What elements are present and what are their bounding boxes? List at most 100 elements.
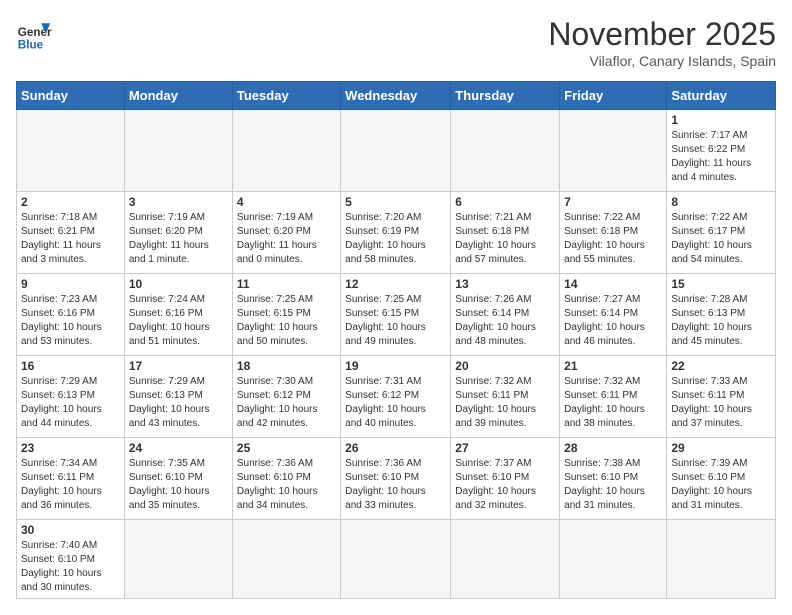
day-number: 27 <box>455 441 555 455</box>
calendar-cell: 19 Sunrise: 7:31 AM Sunset: 6:12 PM Dayli… <box>341 356 451 438</box>
day-info: Sunrise: 7:32 AM Sunset: 6:11 PM Dayligh… <box>564 375 662 431</box>
day-info: Sunrise: 7:34 AM Sunset: 6:11 PM Dayligh… <box>21 457 120 513</box>
calendar-cell: 15 Sunrise: 7:28 AM Sunset: 6:13 PM Dayli… <box>667 274 776 356</box>
day-info: Sunrise: 7:28 AM Sunset: 6:13 PM Dayligh… <box>671 293 771 349</box>
logo: General Blue <box>16 16 52 52</box>
calendar-cell: 24 Sunrise: 7:35 AM Sunset: 6:10 PM Dayli… <box>124 438 232 520</box>
day-number: 26 <box>345 441 446 455</box>
day-number: 9 <box>21 277 120 291</box>
week-row-1: 1 Sunrise: 7:17 AM Sunset: 6:22 PM Daylig… <box>17 110 776 192</box>
title-block: November 2025 Vilaflor, Canary Islands, … <box>548 16 776 69</box>
calendar-cell: 13 Sunrise: 7:26 AM Sunset: 6:14 PM Dayli… <box>451 274 560 356</box>
day-info: Sunrise: 7:17 AM Sunset: 6:22 PM Dayligh… <box>671 129 771 185</box>
day-number: 18 <box>237 359 336 373</box>
day-number: 30 <box>21 523 120 537</box>
day-info: Sunrise: 7:29 AM Sunset: 6:13 PM Dayligh… <box>21 375 120 431</box>
calendar-table: SundayMondayTuesdayWednesdayThursdayFrid… <box>16 81 776 599</box>
day-info: Sunrise: 7:18 AM Sunset: 6:21 PM Dayligh… <box>21 211 120 267</box>
calendar-cell <box>232 520 340 599</box>
page-header: General Blue November 2025 Vilaflor, Can… <box>16 16 776 69</box>
week-row-4: 16 Sunrise: 7:29 AM Sunset: 6:13 PM Dayli… <box>17 356 776 438</box>
calendar-cell: 21 Sunrise: 7:32 AM Sunset: 6:11 PM Dayli… <box>560 356 667 438</box>
day-info: Sunrise: 7:29 AM Sunset: 6:13 PM Dayligh… <box>129 375 228 431</box>
calendar-cell <box>451 110 560 192</box>
svg-text:Blue: Blue <box>18 38 44 51</box>
day-number: 17 <box>129 359 228 373</box>
day-number: 12 <box>345 277 446 291</box>
day-info: Sunrise: 7:33 AM Sunset: 6:11 PM Dayligh… <box>671 375 771 431</box>
calendar-cell: 10Sunrise: 7:24 AM Sunset: 6:16 PM Dayli… <box>124 274 232 356</box>
day-number: 3 <box>129 195 228 209</box>
weekday-header-row: SundayMondayTuesdayWednesdayThursdayFrid… <box>17 82 776 110</box>
day-number: 13 <box>455 277 555 291</box>
day-number: 23 <box>21 441 120 455</box>
calendar-cell: 22 Sunrise: 7:33 AM Sunset: 6:11 PM Dayli… <box>667 356 776 438</box>
day-number: 28 <box>564 441 662 455</box>
day-info: Sunrise: 7:40 AM Sunset: 6:10 PM Dayligh… <box>21 539 120 595</box>
day-info: Sunrise: 7:39 AM Sunset: 6:10 PM Dayligh… <box>671 457 771 513</box>
day-number: 24 <box>129 441 228 455</box>
calendar-cell: 7Sunrise: 7:22 AM Sunset: 6:18 PM Daylig… <box>560 192 667 274</box>
weekday-header-friday: Friday <box>560 82 667 110</box>
day-info: Sunrise: 7:32 AM Sunset: 6:11 PM Dayligh… <box>455 375 555 431</box>
week-row-5: 23 Sunrise: 7:34 AM Sunset: 6:11 PM Dayli… <box>17 438 776 520</box>
calendar-cell: 1 Sunrise: 7:17 AM Sunset: 6:22 PM Daylig… <box>667 110 776 192</box>
day-number: 15 <box>671 277 771 291</box>
day-info: Sunrise: 7:20 AM Sunset: 6:19 PM Dayligh… <box>345 211 446 267</box>
day-number: 1 <box>671 113 771 127</box>
day-number: 11 <box>237 277 336 291</box>
location: Vilaflor, Canary Islands, Spain <box>548 53 776 69</box>
day-info: Sunrise: 7:38 AM Sunset: 6:10 PM Dayligh… <box>564 457 662 513</box>
day-info: Sunrise: 7:19 AM Sunset: 6:20 PM Dayligh… <box>129 211 228 267</box>
calendar-cell: 18 Sunrise: 7:30 AM Sunset: 6:12 PM Dayli… <box>232 356 340 438</box>
calendar-cell <box>124 110 232 192</box>
calendar-cell: 20 Sunrise: 7:32 AM Sunset: 6:11 PM Dayli… <box>451 356 560 438</box>
day-number: 5 <box>345 195 446 209</box>
day-info: Sunrise: 7:30 AM Sunset: 6:12 PM Dayligh… <box>237 375 336 431</box>
calendar-cell: 16 Sunrise: 7:29 AM Sunset: 6:13 PM Dayli… <box>17 356 125 438</box>
calendar-cell <box>124 520 232 599</box>
day-number: 20 <box>455 359 555 373</box>
day-number: 4 <box>237 195 336 209</box>
day-number: 14 <box>564 277 662 291</box>
calendar-cell: 17 Sunrise: 7:29 AM Sunset: 6:13 PM Dayli… <box>124 356 232 438</box>
calendar-cell: 30 Sunrise: 7:40 AM Sunset: 6:10 PM Dayli… <box>17 520 125 599</box>
calendar-cell <box>341 520 451 599</box>
day-number: 25 <box>237 441 336 455</box>
calendar-cell <box>17 110 125 192</box>
day-number: 22 <box>671 359 771 373</box>
day-info: Sunrise: 7:25 AM Sunset: 6:15 PM Dayligh… <box>345 293 446 349</box>
calendar-cell: 26Sunrise: 7:36 AM Sunset: 6:10 PM Dayli… <box>341 438 451 520</box>
calendar-cell: 25Sunrise: 7:36 AM Sunset: 6:10 PM Dayli… <box>232 438 340 520</box>
weekday-header-thursday: Thursday <box>451 82 560 110</box>
calendar-cell: 4 Sunrise: 7:19 AM Sunset: 6:20 PM Daylig… <box>232 192 340 274</box>
week-row-2: 2Sunrise: 7:18 AM Sunset: 6:21 PM Daylig… <box>17 192 776 274</box>
calendar-cell <box>560 110 667 192</box>
calendar-cell <box>341 110 451 192</box>
day-info: Sunrise: 7:26 AM Sunset: 6:14 PM Dayligh… <box>455 293 555 349</box>
day-number: 8 <box>671 195 771 209</box>
day-info: Sunrise: 7:19 AM Sunset: 6:20 PM Dayligh… <box>237 211 336 267</box>
day-number: 16 <box>21 359 120 373</box>
day-info: Sunrise: 7:22 AM Sunset: 6:18 PM Dayligh… <box>564 211 662 267</box>
calendar-cell <box>451 520 560 599</box>
calendar-cell: 3 Sunrise: 7:19 AM Sunset: 6:20 PM Daylig… <box>124 192 232 274</box>
day-info: Sunrise: 7:31 AM Sunset: 6:12 PM Dayligh… <box>345 375 446 431</box>
calendar-cell: 9 Sunrise: 7:23 AM Sunset: 6:16 PM Daylig… <box>17 274 125 356</box>
calendar-cell: 29 Sunrise: 7:39 AM Sunset: 6:10 PM Dayli… <box>667 438 776 520</box>
weekday-header-monday: Monday <box>124 82 232 110</box>
calendar-cell: 11Sunrise: 7:25 AM Sunset: 6:15 PM Dayli… <box>232 274 340 356</box>
day-info: Sunrise: 7:27 AM Sunset: 6:14 PM Dayligh… <box>564 293 662 349</box>
weekday-header-saturday: Saturday <box>667 82 776 110</box>
day-number: 29 <box>671 441 771 455</box>
day-number: 19 <box>345 359 446 373</box>
day-info: Sunrise: 7:23 AM Sunset: 6:16 PM Dayligh… <box>21 293 120 349</box>
day-info: Sunrise: 7:21 AM Sunset: 6:18 PM Dayligh… <box>455 211 555 267</box>
day-number: 10 <box>129 277 228 291</box>
day-number: 21 <box>564 359 662 373</box>
month-title: November 2025 <box>548 16 776 53</box>
calendar-cell: 5 Sunrise: 7:20 AM Sunset: 6:19 PM Daylig… <box>341 192 451 274</box>
day-info: Sunrise: 7:22 AM Sunset: 6:17 PM Dayligh… <box>671 211 771 267</box>
day-info: Sunrise: 7:35 AM Sunset: 6:10 PM Dayligh… <box>129 457 228 513</box>
weekday-header-sunday: Sunday <box>17 82 125 110</box>
